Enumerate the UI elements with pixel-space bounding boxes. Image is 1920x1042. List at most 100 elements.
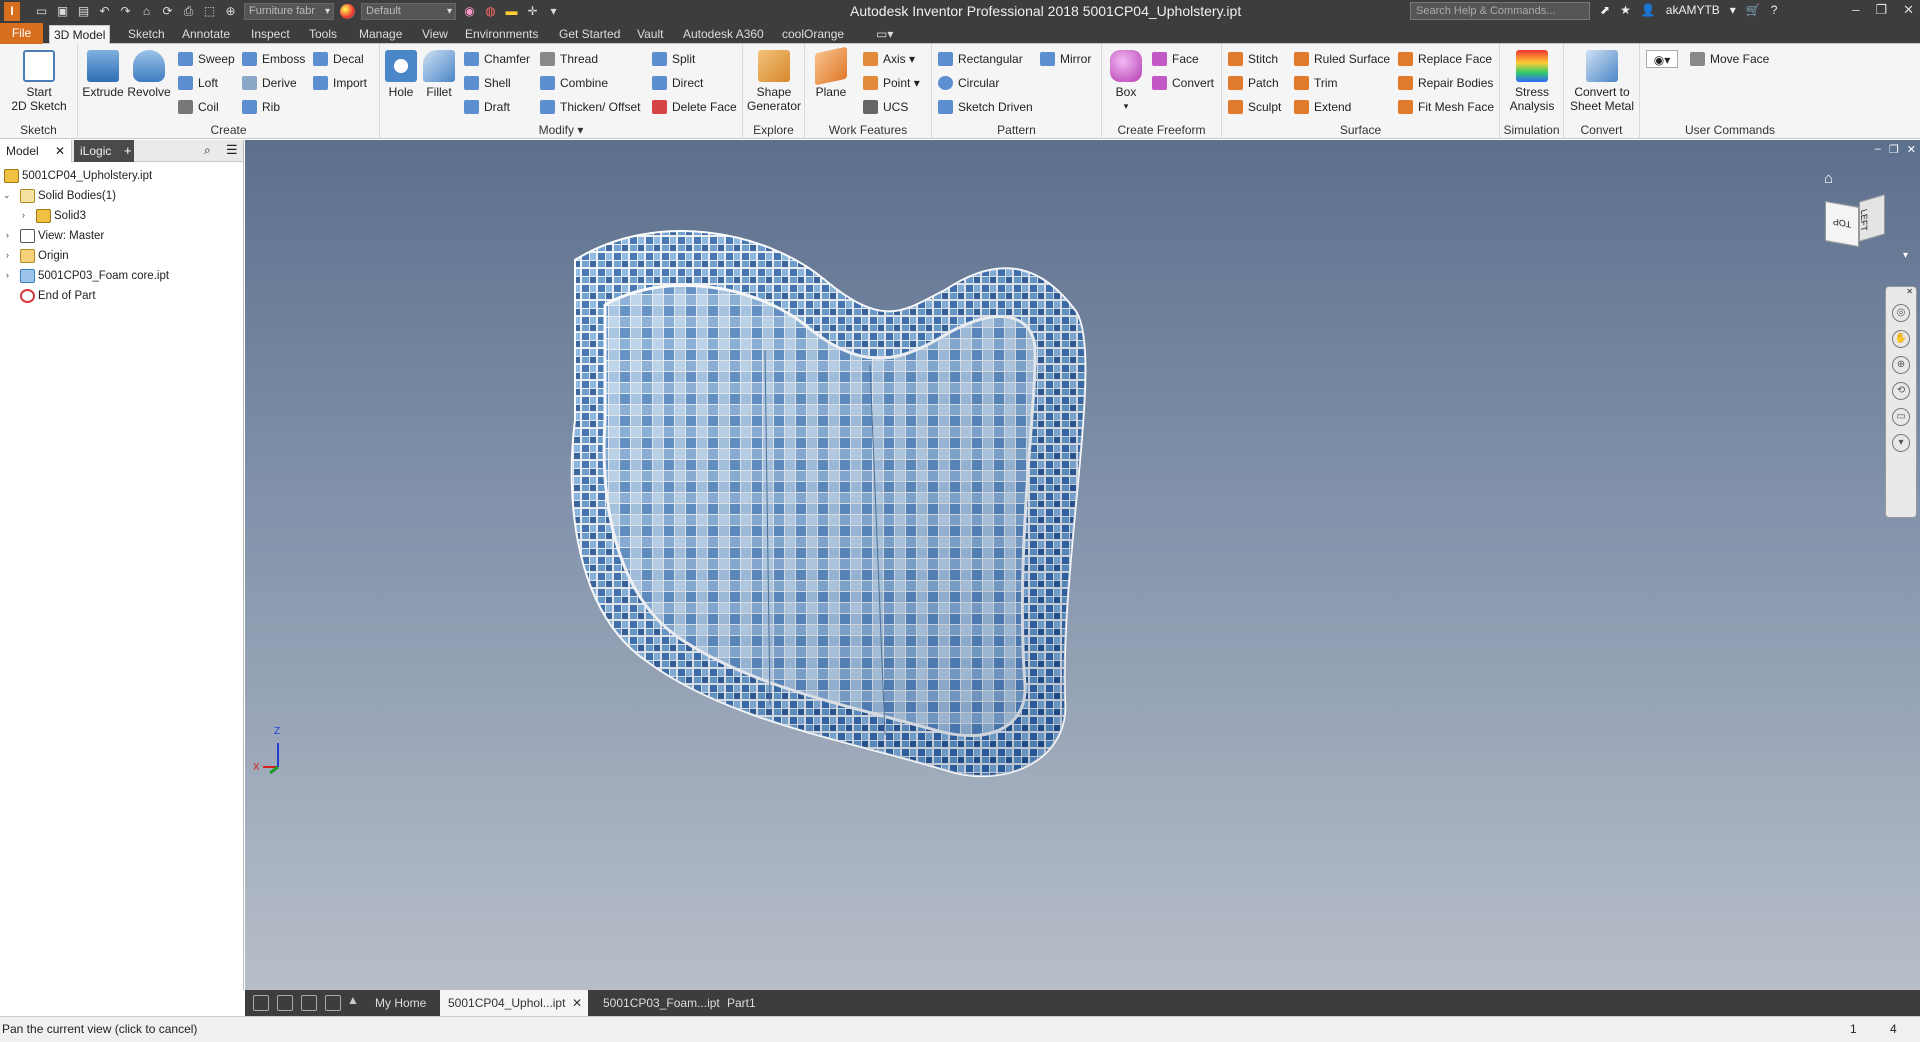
navbar-customize-icon[interactable]: ▾: [1892, 434, 1910, 452]
add-browser-tab-icon[interactable]: +: [124, 143, 132, 158]
hole-button[interactable]: Hole: [384, 50, 418, 99]
tab-view[interactable]: View: [418, 25, 452, 44]
open-file-icon[interactable]: ▣: [55, 4, 70, 19]
rib-button[interactable]: Rib: [242, 98, 280, 116]
view-cube-left-face[interactable]: LEFT: [1859, 194, 1885, 242]
redo-icon[interactable]: ↷: [118, 4, 133, 19]
tab-autodesk-a360[interactable]: Autodesk A360: [679, 25, 768, 44]
coil-button[interactable]: Coil: [178, 98, 219, 116]
select-icon[interactable]: ⬚: [202, 4, 217, 19]
color-fill-icon[interactable]: ▬: [504, 4, 519, 19]
freeform-box-button[interactable]: Box ▾: [1106, 50, 1146, 113]
thicken-offset-button[interactable]: Thicken/ Offset: [540, 98, 640, 116]
cart-icon[interactable]: 🛒: [1746, 3, 1761, 17]
tab-vault[interactable]: Vault: [633, 25, 667, 44]
trim-button[interactable]: Trim: [1294, 74, 1338, 92]
loft-button[interactable]: Loft: [178, 74, 218, 92]
tree-toggle-icon[interactable]: ›: [6, 251, 15, 260]
user-menu-chevron-icon[interactable]: ▾: [1730, 3, 1736, 17]
sculpt-button[interactable]: Sculpt: [1228, 98, 1281, 116]
crosshair-icon[interactable]: ✛: [525, 4, 540, 19]
draft-button[interactable]: Draft: [464, 98, 510, 116]
box-dropdown-chevron-icon[interactable]: ▾: [1106, 99, 1146, 113]
tab-environments[interactable]: Environments: [461, 25, 542, 44]
tree-node-origin[interactable]: › Origin: [0, 246, 243, 266]
view-cube[interactable]: TOP LEFT: [1825, 194, 1889, 254]
tab-tools[interactable]: Tools: [305, 25, 341, 44]
direct-button[interactable]: Direct: [652, 74, 703, 92]
stress-analysis-button[interactable]: Stress Analysis: [1504, 50, 1560, 113]
customize-qat-icon[interactable]: ▾: [546, 4, 561, 19]
look-at-icon[interactable]: ▭: [1892, 408, 1910, 426]
doc-tab-part1[interactable]: Part1: [719, 990, 764, 1016]
upholstery-model[interactable]: [570, 230, 1087, 778]
help-icon[interactable]: ?: [1771, 3, 1778, 17]
zoom-icon[interactable]: ⊕: [1892, 356, 1910, 374]
user-commands-dropdown[interactable]: ◉▾: [1646, 50, 1678, 68]
sketch-driven-pattern-button[interactable]: Sketch Driven: [938, 98, 1033, 116]
panel-label[interactable]: Modify ▾: [380, 123, 742, 137]
tree-toggle-icon[interactable]: ›: [22, 211, 31, 220]
tile-horizontal-icon[interactable]: [301, 995, 317, 1011]
adjust-appearance-icon[interactable]: ◉: [462, 4, 477, 19]
tab-manage[interactable]: Manage: [355, 25, 406, 44]
close-tab-icon[interactable]: ✕: [55, 140, 65, 162]
browser-menu-icon[interactable]: ☰: [226, 142, 238, 158]
start-2d-sketch-button[interactable]: Start 2D Sketch: [6, 50, 72, 113]
tab-sketch[interactable]: Sketch: [124, 25, 169, 44]
graphics-viewport[interactable]: – ❐ ✕ Z X ⌂ TOP LEFT ▾ ✕ ◎ ✋ ⊕ ⟲ ▭ ▾: [245, 140, 1920, 990]
rectangular-pattern-button[interactable]: Rectangular: [938, 50, 1023, 68]
measure-icon[interactable]: ⊕: [223, 4, 238, 19]
new-file-icon[interactable]: ▭: [34, 4, 49, 19]
ruled-surface-button[interactable]: Ruled Surface: [1294, 50, 1390, 68]
tab-annotate[interactable]: Annotate: [178, 25, 234, 44]
user-avatar-icon[interactable]: 👤: [1641, 3, 1656, 17]
tile-vertical-icon[interactable]: [325, 995, 341, 1011]
tree-node-end-of-part[interactable]: End of Part: [0, 286, 243, 306]
derive-button[interactable]: Derive: [242, 74, 297, 92]
convert-to-sheet-metal-button[interactable]: Convert to Sheet Metal: [1568, 50, 1636, 113]
browser-search-icon[interactable]: ⌕: [204, 143, 211, 158]
extend-button[interactable]: Extend: [1294, 98, 1351, 116]
tree-node-part[interactable]: 5001CP04_Upholstery.ipt: [0, 166, 243, 186]
shape-generator-button[interactable]: Shape Generator: [746, 50, 802, 113]
tree-toggle-icon[interactable]: ›: [6, 231, 15, 240]
favorites-star-icon[interactable]: ★: [1620, 3, 1631, 17]
repair-bodies-button[interactable]: Repair Bodies: [1398, 74, 1493, 92]
home-icon[interactable]: ⌂: [139, 4, 154, 19]
tile-windows-icon[interactable]: [277, 995, 293, 1011]
fillet-button[interactable]: Fillet: [420, 50, 458, 99]
combine-button[interactable]: Combine: [540, 74, 608, 92]
arrange-up-icon[interactable]: ▲: [347, 993, 359, 1007]
fit-mesh-face-button[interactable]: Fit Mesh Face: [1398, 98, 1494, 116]
pan-hand-icon[interactable]: ✋: [1892, 330, 1910, 348]
tree-node-solid-bodies[interactable]: ⌄ Solid Bodies(1): [0, 186, 243, 206]
clear-appearance-icon[interactable]: ◍: [483, 4, 498, 19]
thread-button[interactable]: Thread: [540, 50, 598, 68]
sweep-button[interactable]: Sweep: [178, 50, 235, 68]
point-button[interactable]: Point ▾: [863, 74, 920, 92]
chamfer-button[interactable]: Chamfer: [464, 50, 530, 68]
axis-button[interactable]: Axis ▾: [863, 50, 915, 68]
tree-toggle-icon[interactable]: ⌄: [3, 191, 12, 200]
restore-icon[interactable]: ❐: [1875, 2, 1887, 18]
tree-node-solid3[interactable]: › Solid3: [0, 206, 243, 226]
print-icon[interactable]: ⎙: [181, 4, 196, 19]
panel-expand-chevron-icon[interactable]: ▾: [577, 123, 583, 137]
replace-face-button[interactable]: Replace Face: [1398, 50, 1492, 68]
view-cube-home-icon[interactable]: ⌂: [1824, 170, 1833, 187]
tree-toggle-icon[interactable]: ›: [6, 271, 15, 280]
doc-tab-my-home[interactable]: My Home: [367, 990, 434, 1016]
save-icon[interactable]: ▤: [76, 4, 91, 19]
material-combo[interactable]: Furniture fabr: [244, 3, 334, 20]
stitch-button[interactable]: Stitch: [1228, 50, 1278, 68]
tab-inspect[interactable]: Inspect: [247, 25, 294, 44]
doc-tab-upholstery[interactable]: 5001CP04_Uphol...ipt ✕: [440, 990, 588, 1016]
import-button[interactable]: Import: [313, 74, 367, 92]
appearance-sphere-icon[interactable]: [340, 4, 355, 19]
undo-icon[interactable]: ↶: [97, 4, 112, 19]
sign-in-icon[interactable]: ⬈: [1600, 3, 1610, 17]
steering-wheel-icon[interactable]: ◎: [1892, 304, 1910, 322]
shell-button[interactable]: Shell: [464, 74, 511, 92]
tab-file[interactable]: File: [0, 23, 43, 44]
